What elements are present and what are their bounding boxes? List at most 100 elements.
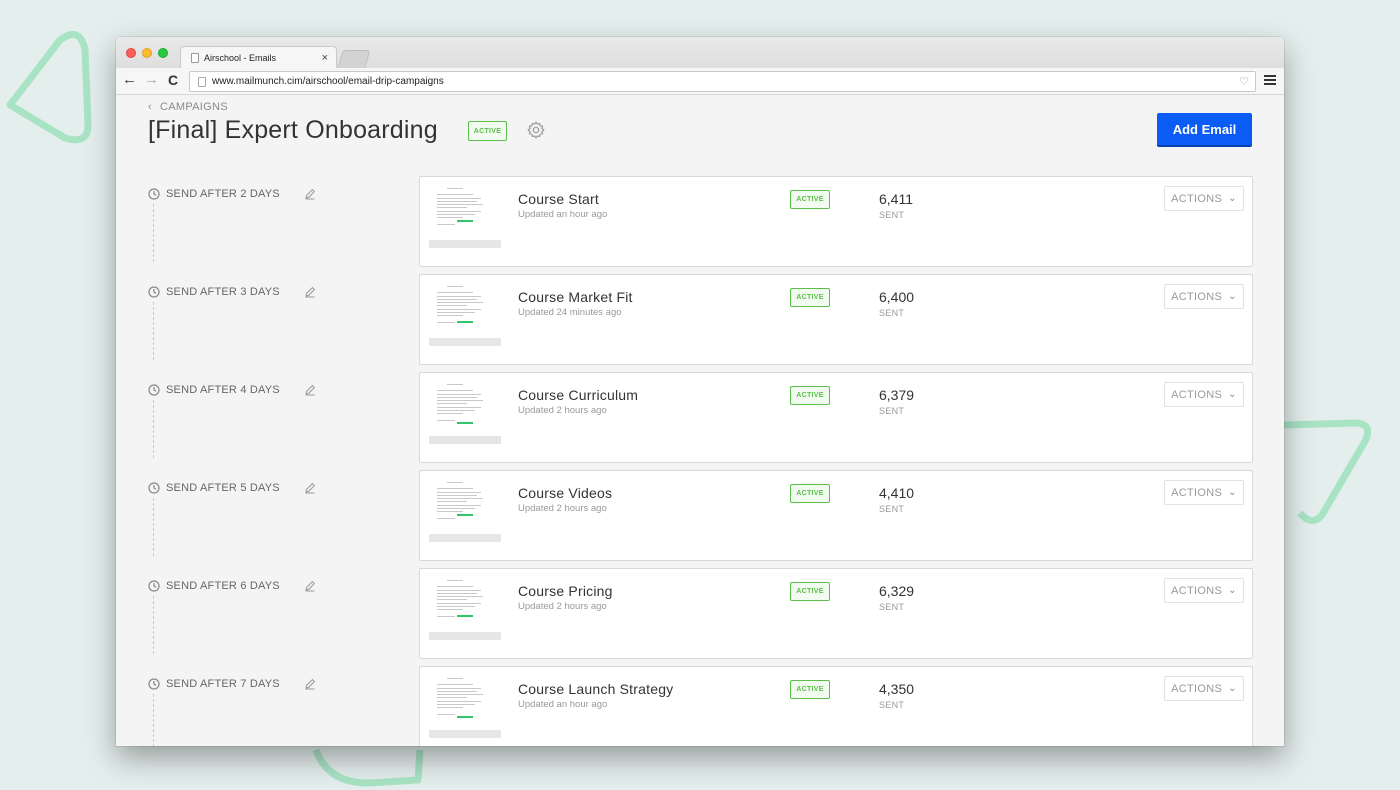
send-delay-label: SEND AFTER 7 DAYS xyxy=(148,678,316,690)
sent-count: 6,379 xyxy=(879,387,915,403)
maximize-window-button[interactable] xyxy=(158,48,168,58)
breadcrumb[interactable]: ‹ CAMPAIGNS xyxy=(148,101,228,113)
clock-icon xyxy=(148,384,160,396)
actions-dropdown-button[interactable]: ACTIONS ⌄ xyxy=(1164,676,1244,701)
chevron-down-icon: ⌄ xyxy=(1228,389,1237,400)
pencil-icon[interactable] xyxy=(304,286,316,298)
close-window-button[interactable] xyxy=(126,48,136,58)
actions-dropdown-button[interactable]: ACTIONS ⌄ xyxy=(1164,186,1244,211)
gear-icon[interactable] xyxy=(526,120,546,140)
send-delay-text: SEND AFTER 3 DAYS xyxy=(166,286,280,298)
email-preview-thumbnail[interactable] xyxy=(429,184,501,248)
pencil-icon[interactable] xyxy=(304,188,316,200)
send-delay-label: SEND AFTER 3 DAYS xyxy=(148,286,316,298)
email-name[interactable]: Course Pricing xyxy=(518,583,613,599)
send-delay-text: SEND AFTER 5 DAYS xyxy=(166,482,280,494)
email-card[interactable]: Course Launch Strategy Updated an hour ag… xyxy=(419,666,1253,746)
email-name[interactable]: Course Curriculum xyxy=(518,387,638,403)
sent-count: 4,410 xyxy=(879,485,915,501)
clock-icon xyxy=(148,188,160,200)
actions-dropdown-button[interactable]: ACTIONS ⌄ xyxy=(1164,578,1244,603)
email-card[interactable]: Course Videos Updated 2 hours ago ACTIVE 4,… xyxy=(419,470,1253,561)
email-preview-thumbnail[interactable] xyxy=(429,674,501,738)
send-delay-label: SEND AFTER 6 DAYS xyxy=(148,580,316,592)
sent-label: SENT xyxy=(879,210,905,220)
bookmark-icon[interactable]: ♡ xyxy=(1239,75,1249,88)
sent-label: SENT xyxy=(879,406,905,416)
email-preview-thumbnail[interactable] xyxy=(429,576,501,640)
timeline-connector xyxy=(153,694,154,746)
url-text[interactable]: www.mailmunch.cim/airschool/email-drip-c… xyxy=(212,76,1239,87)
actions-dropdown-button[interactable]: ACTIONS ⌄ xyxy=(1164,382,1244,407)
breadcrumb-campaigns[interactable]: CAMPAIGNS xyxy=(160,101,228,113)
actions-dropdown-button[interactable]: ACTIONS ⌄ xyxy=(1164,480,1244,505)
status-badge: ACTIVE xyxy=(790,582,830,601)
sent-label: SENT xyxy=(879,308,905,318)
status-badge: ACTIVE xyxy=(790,680,830,699)
background-triangle-bottom xyxy=(312,748,424,787)
pencil-icon[interactable] xyxy=(304,482,316,494)
page-icon xyxy=(198,76,206,87)
actions-label: ACTIONS xyxy=(1171,192,1223,205)
status-badge: ACTIVE xyxy=(790,484,830,503)
new-tab-button[interactable] xyxy=(337,50,371,68)
email-card[interactable]: Course Pricing Updated 2 hours ago ACTIVE 6… xyxy=(419,568,1253,659)
clock-icon xyxy=(148,482,160,494)
send-delay-text: SEND AFTER 6 DAYS xyxy=(166,580,280,592)
actions-label: ACTIONS xyxy=(1171,486,1223,499)
actions-label: ACTIONS xyxy=(1171,682,1223,695)
send-delay-label: SEND AFTER 5 DAYS xyxy=(148,482,316,494)
email-preview-thumbnail[interactable] xyxy=(429,380,501,444)
chevron-down-icon: ⌄ xyxy=(1228,291,1237,302)
clock-icon xyxy=(148,286,160,298)
email-name[interactable]: Course Videos xyxy=(518,485,612,501)
add-email-button[interactable]: Add Email xyxy=(1157,113,1252,147)
email-card[interactable]: Course Market Fit Updated 24 minutes ago A… xyxy=(419,274,1253,365)
email-name[interactable]: Course Market Fit xyxy=(518,289,633,305)
email-updated-time: Updated 2 hours ago xyxy=(518,601,607,612)
status-badge: ACTIVE xyxy=(790,190,830,209)
chevron-down-icon: ⌄ xyxy=(1228,487,1237,498)
forward-arrow-icon[interactable]: → xyxy=(144,71,159,88)
email-card[interactable]: Course Curriculum Updated 2 hours ago ACTI… xyxy=(419,372,1253,463)
page-content: ‹ CAMPAIGNS [Final] Expert Onboarding AC… xyxy=(116,96,1284,746)
email-updated-time: Updated an hour ago xyxy=(518,699,608,710)
email-preview-thumbnail[interactable] xyxy=(429,478,501,542)
background-triangle-left xyxy=(6,30,92,144)
tab-close-icon[interactable]: × xyxy=(322,52,328,64)
sent-count: 6,411 xyxy=(879,191,913,207)
sent-label: SENT xyxy=(879,504,905,514)
pencil-icon[interactable] xyxy=(304,678,316,690)
pencil-icon[interactable] xyxy=(304,580,316,592)
email-card[interactable]: Course Start Updated an hour ago ACTIVE 6,4… xyxy=(419,176,1253,267)
chevron-down-icon: ⌄ xyxy=(1228,585,1237,596)
tab-title: Airschool - Emails xyxy=(204,52,277,63)
sent-label: SENT xyxy=(879,602,905,612)
email-updated-time: Updated 24 minutes ago xyxy=(518,307,622,318)
page-title: [Final] Expert Onboarding xyxy=(148,116,438,144)
sent-count: 6,329 xyxy=(879,583,915,599)
hamburger-menu-icon[interactable] xyxy=(1264,75,1276,87)
back-arrow-icon[interactable]: ← xyxy=(122,71,137,88)
status-badge: ACTIVE xyxy=(790,386,830,405)
clock-icon xyxy=(148,678,160,690)
actions-label: ACTIONS xyxy=(1171,290,1223,303)
browser-toolbar: ← → C www.mailmunch.cim/airschool/email-… xyxy=(116,68,1284,95)
browser-tab[interactable]: Airschool - Emails × xyxy=(180,46,337,68)
actions-dropdown-button[interactable]: ACTIONS ⌄ xyxy=(1164,284,1244,309)
actions-label: ACTIONS xyxy=(1171,388,1223,401)
email-updated-time: Updated an hour ago xyxy=(518,209,608,220)
sent-label: SENT xyxy=(879,700,905,710)
browser-window: Airschool - Emails × ← → C www.mailmunch… xyxy=(116,37,1284,746)
email-name[interactable]: Course Start xyxy=(518,191,599,207)
email-preview-thumbnail[interactable] xyxy=(429,282,501,346)
minimize-window-button[interactable] xyxy=(142,48,152,58)
email-updated-time: Updated 2 hours ago xyxy=(518,405,607,416)
pencil-icon[interactable] xyxy=(304,384,316,396)
email-updated-time: Updated 2 hours ago xyxy=(518,503,607,514)
address-bar[interactable]: www.mailmunch.cim/airschool/email-drip-c… xyxy=(189,71,1256,92)
reload-icon[interactable]: C xyxy=(168,72,178,88)
actions-label: ACTIONS xyxy=(1171,584,1223,597)
chevron-left-icon: ‹ xyxy=(148,101,152,113)
email-name[interactable]: Course Launch Strategy xyxy=(518,681,673,697)
